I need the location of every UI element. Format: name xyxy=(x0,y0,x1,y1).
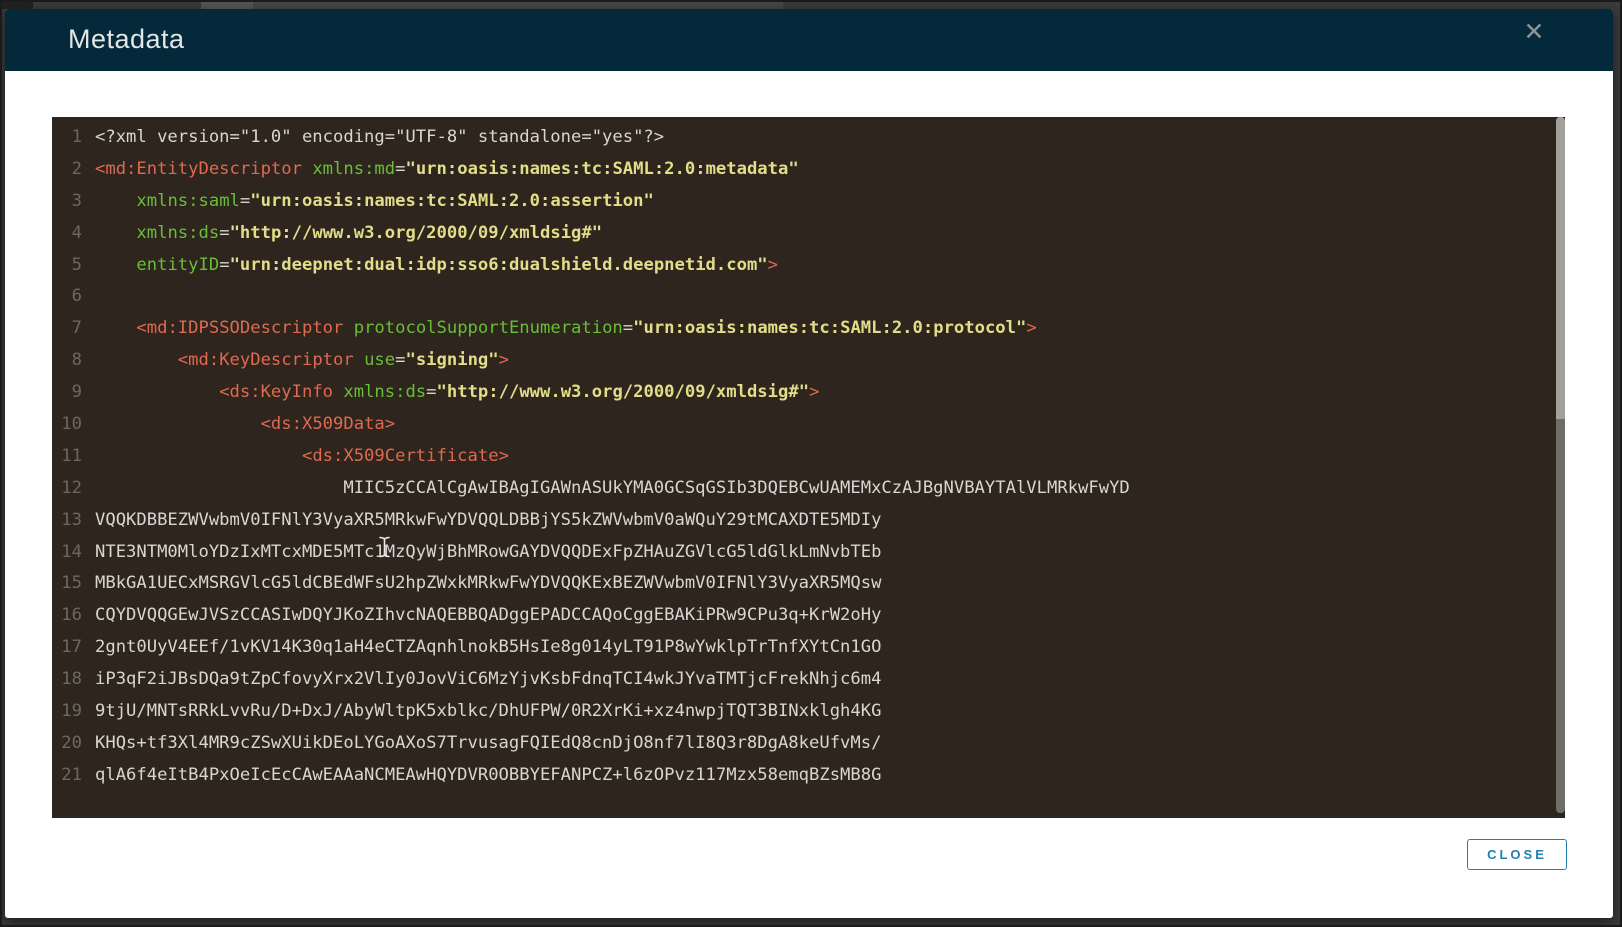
line-number: 5 xyxy=(52,250,82,282)
code-line: 4 xmlns:ds="http://www.w3.org/2000/09/xm… xyxy=(52,218,1565,250)
code-line: 7 <md:IDPSSODescriptor protocolSupportEn… xyxy=(52,313,1565,345)
code-line: 15MBkGA1UECxMSRGVlcG5ldCBEdWFsU2hpZWxkMR… xyxy=(52,568,1565,600)
line-number: 6 xyxy=(52,281,82,313)
code-line: 172gnt0UyV4EEf/1vKV14K30q1aH4eCTZAqnhlno… xyxy=(52,632,1565,664)
code-line: 21qlA6f4eItB4PxOeIcEcCAwEAAaNCMEAwHQYDVR… xyxy=(52,760,1565,792)
line-number: 16 xyxy=(52,600,82,632)
line-number: 9 xyxy=(52,377,82,409)
background-segment xyxy=(253,0,783,9)
line-number: 13 xyxy=(52,505,82,537)
line-number: 2 xyxy=(52,154,82,186)
metadata-modal: Metadata ✕ 1<?xml version="1.0" encoding… xyxy=(5,9,1613,918)
line-number: 7 xyxy=(52,313,82,345)
ibeam-cursor-icon xyxy=(378,536,391,558)
close-button[interactable]: CLOSE xyxy=(1467,839,1567,870)
modal-title: Metadata xyxy=(68,24,185,55)
line-number: 8 xyxy=(52,345,82,377)
line-number: 1 xyxy=(52,122,82,154)
line-number: 15 xyxy=(52,568,82,600)
editor-scrollbar[interactable] xyxy=(1556,117,1565,818)
code-lines: 1<?xml version="1.0" encoding="UTF-8" st… xyxy=(52,117,1565,792)
code-line: 199tjU/MNTsRRkLvvRu/D+DxJ/AbyWltpK5xblkc… xyxy=(52,696,1565,728)
line-number: 17 xyxy=(52,632,82,664)
code-line: 9 <ds:KeyInfo xmlns:ds="http://www.w3.or… xyxy=(52,377,1565,409)
line-number: 10 xyxy=(52,409,82,441)
line-number: 12 xyxy=(52,473,82,505)
code-line: 20KHQs+tf3Xl4MR9cZSwXUikDEoLYGoAXoS7Trvu… xyxy=(52,728,1565,760)
code-line: 10 <ds:X509Data> xyxy=(52,409,1565,441)
line-number: 20 xyxy=(52,728,82,760)
code-line: 5 entityID="urn:deepnet:dual:idp:sso6:du… xyxy=(52,250,1565,282)
code-line: 11 <ds:X509Certificate> xyxy=(52,441,1565,473)
code-line: 1<?xml version="1.0" encoding="UTF-8" st… xyxy=(52,122,1565,154)
modal-header: Metadata ✕ xyxy=(5,9,1613,71)
background-segment xyxy=(201,0,253,9)
scrollbar-track[interactable] xyxy=(1556,419,1565,813)
background-segment xyxy=(0,0,33,9)
line-number: 4 xyxy=(52,218,82,250)
code-line: 6 xyxy=(52,281,1565,313)
xml-code-editor[interactable]: 1<?xml version="1.0" encoding="UTF-8" st… xyxy=(52,117,1565,818)
code-line: 2<md:EntityDescriptor xmlns:md="urn:oasi… xyxy=(52,154,1565,186)
code-line: 18iP3qF2iJBsDQa9tZpCfovyXrx2VlIy0JovViC6… xyxy=(52,664,1565,696)
line-number: 18 xyxy=(52,664,82,696)
line-number: 14 xyxy=(52,537,82,569)
code-line: 12 MIIC5zCCAlCgAwIBAgIGAWnASUkYMA0GCSqGS… xyxy=(52,473,1565,505)
code-line: 3 xmlns:saml="urn:oasis:names:tc:SAML:2.… xyxy=(52,186,1565,218)
background-page-strip xyxy=(0,0,1622,9)
scrollbar-thumb[interactable] xyxy=(1556,117,1565,419)
close-icon[interactable]: ✕ xyxy=(1517,15,1551,49)
code-line: 13VQQKDBBEZWVwbmV0IFNlY3VyaXR5MRkwFwYDVQ… xyxy=(52,505,1565,537)
line-number: 11 xyxy=(52,441,82,473)
line-number: 3 xyxy=(52,186,82,218)
code-line: 8 <md:KeyDescriptor use="signing"> xyxy=(52,345,1565,377)
line-number: 21 xyxy=(52,760,82,792)
code-line: 16CQYDVQQGEwJVSzCCASIwDQYJKoZIhvcNAQEBBQ… xyxy=(52,600,1565,632)
code-line: 14NTE3NTM0MloYDzIxMTcxMDE5MTc1MzQyWjBhMR… xyxy=(52,537,1565,569)
line-number: 19 xyxy=(52,696,82,728)
